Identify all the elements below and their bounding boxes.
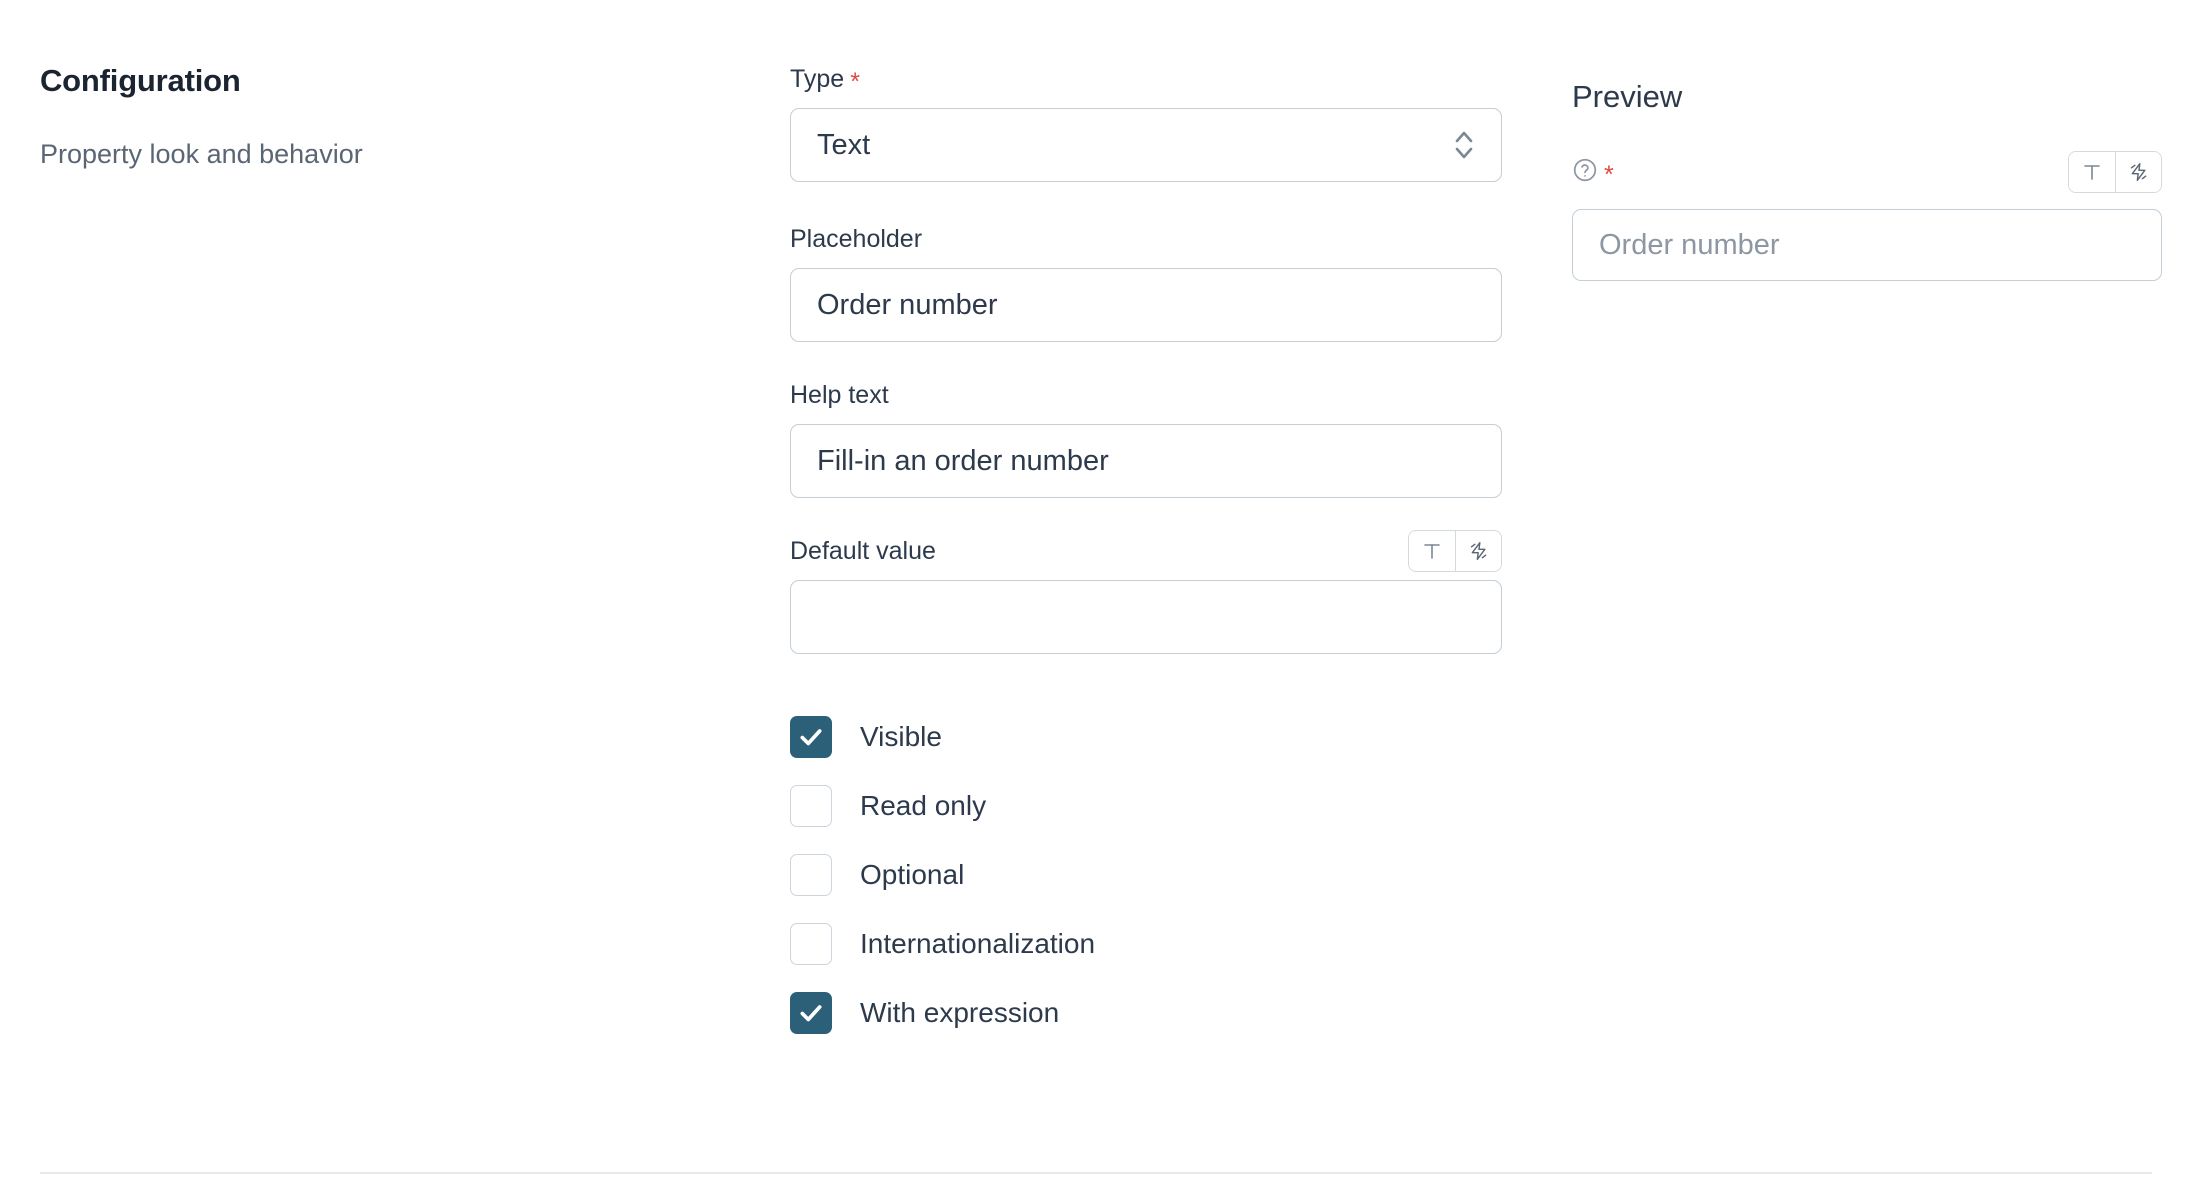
help-text-input-value: Fill-in an order number (817, 447, 1109, 476)
text-mode-button[interactable] (2069, 152, 2115, 192)
preview-text-input[interactable]: Order number (1572, 209, 2162, 281)
preview-required-asterisk: * (1604, 163, 1614, 188)
field-default-value-label: Default value (790, 539, 936, 564)
preview-column: Preview * (1572, 78, 2162, 281)
preview-field-label-row: * (1572, 151, 2162, 193)
checkbox-label-internationalization: Internationalization (860, 930, 1095, 958)
checkbox-label-read-only: Read only (860, 792, 986, 820)
options-checkbox-list: Visible Read only Optional International… (790, 712, 1502, 1038)
stepper-updown-icon (1453, 128, 1475, 162)
question-circle-icon[interactable] (1572, 157, 1598, 188)
expression-mode-button[interactable] (1455, 531, 1501, 571)
preview-label-left-group: * (1572, 157, 1614, 188)
checkbox-row-read-only[interactable]: Read only (790, 781, 1502, 831)
field-placeholder-label: Placeholder (790, 227, 922, 252)
checkbox-read-only[interactable] (790, 785, 832, 827)
placeholder-input-value: Order number (817, 291, 998, 320)
required-asterisk: * (850, 70, 860, 95)
checkbox-label-visible: Visible (860, 723, 942, 751)
checkbox-label-with-expression: With expression (860, 999, 1059, 1027)
text-mode-button[interactable] (1409, 531, 1455, 571)
property-form: Type * Text Placeholder Order num (790, 62, 1502, 1038)
help-text-input[interactable]: Fill-in an order number (790, 424, 1502, 498)
placeholder-input[interactable]: Order number (790, 268, 1502, 342)
field-type-label: Type (790, 67, 844, 92)
checkbox-visible[interactable] (790, 716, 832, 758)
field-type-label-row: Type * (790, 62, 1502, 96)
field-help-text-label-row: Help text (790, 378, 1502, 412)
configuration-page: Configuration Property look and behavior… (0, 0, 2210, 1190)
checkbox-row-with-expression[interactable]: With expression (790, 988, 1502, 1038)
preview-mode-toggle (2068, 151, 2162, 193)
checkbox-row-internationalization[interactable]: Internationalization (790, 919, 1502, 969)
field-type: Type * Text (790, 62, 1502, 182)
default-value-mode-toggle (1408, 530, 1502, 572)
field-default-value: Default value (790, 534, 1502, 654)
checkbox-label-optional: Optional (860, 861, 964, 889)
checkbox-optional[interactable] (790, 854, 832, 896)
checkbox-internationalization[interactable] (790, 923, 832, 965)
configuration-column: Configuration Property look and behavior (40, 62, 740, 172)
type-select-value: Text (817, 131, 870, 160)
field-placeholder-label-row: Placeholder (790, 222, 1502, 256)
field-help-text: Help text Fill-in an order number (790, 378, 1502, 498)
page-title: Configuration (40, 62, 740, 99)
checkbox-row-visible[interactable]: Visible (790, 712, 1502, 762)
field-placeholder: Placeholder Order number (790, 222, 1502, 342)
type-select[interactable]: Text (790, 108, 1502, 182)
expression-mode-button[interactable] (2115, 152, 2161, 192)
default-value-input[interactable] (790, 580, 1502, 654)
bottom-divider (40, 1172, 2152, 1174)
checkbox-with-expression[interactable] (790, 992, 832, 1034)
preview-title: Preview (1572, 78, 2162, 115)
field-help-text-label: Help text (790, 383, 889, 408)
preview-text-input-placeholder: Order number (1599, 231, 1780, 260)
page-subtitle: Property look and behavior (40, 137, 740, 172)
checkbox-row-optional[interactable]: Optional (790, 850, 1502, 900)
field-default-value-label-row: Default value (790, 534, 1502, 568)
